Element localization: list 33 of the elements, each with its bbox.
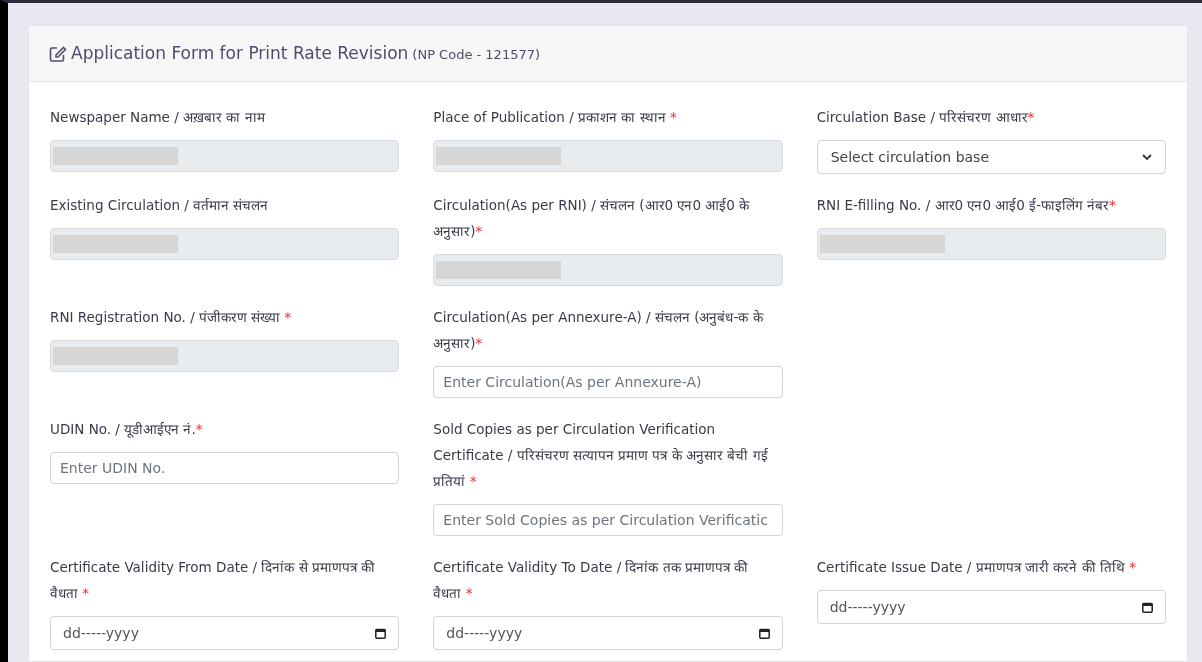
input-field[interactable]: Enter Sold Copies as per Circulation Verificatic bbox=[433, 504, 783, 536]
input-field[interactable]: Enter UDIN No. bbox=[50, 452, 400, 484]
calendar-icon bbox=[758, 627, 770, 639]
calendar-icon bbox=[375, 627, 387, 639]
field-label: Certificate Issue Date / प्रमाणपत्र जारी करने की तिथि * bbox=[816, 558, 1137, 577]
field-label: Sold Copies as per Circulation Verification Certificate / परिसंचरण सत्यापन प्रमाण पत्र के अनुसार बेची गई प्रतियां * bbox=[433, 420, 769, 491]
field-label: Circulation(As per Annexure-A) / संचलन (अनुबंध-क के अनुसार)* bbox=[433, 308, 765, 354]
input-field[interactable]: Enter Circulation(As per Annexure-A) bbox=[433, 366, 783, 398]
field-label: RNI E-filling No. / आर0 एन0 आई0 ई-फाइलिंग नंबर* bbox=[816, 196, 1118, 215]
calendar-icon bbox=[1142, 601, 1153, 613]
field-label: RNI Registration No. / पंजीकरण संख्या * bbox=[50, 308, 293, 327]
readonly-field[interactable] bbox=[433, 254, 783, 286]
readonly-field[interactable] bbox=[50, 140, 400, 172]
date-field[interactable]: dd-----yyyy bbox=[50, 616, 400, 650]
readonly-field[interactable] bbox=[50, 228, 400, 260]
field-label: Certificate Validity To Date / दिनांक तक प्रमाणपत्र की वैधता * bbox=[433, 558, 750, 603]
edit-icon bbox=[49, 45, 67, 62]
field-label: UDIN No. / यूडीआईएन नं.* bbox=[50, 420, 204, 440]
field-label: Newspaper Name / अख़बार का नाम bbox=[50, 108, 266, 127]
field-label: Circulation(As per RNI) / संचलन (आर0 एन0 आई0 के अनुसार)* bbox=[433, 196, 751, 242]
field-label: Place of Publication / प्रकाशन का स्थान * bbox=[433, 108, 678, 127]
field-label: Certificate Validity From Date / दिनांक से प्रमाणपत्र की वैधता * bbox=[50, 558, 377, 603]
date-field[interactable]: dd-----yyyy bbox=[816, 590, 1166, 624]
field-label: Existing Circulation / वर्तमान संचलन bbox=[50, 196, 270, 215]
date-field[interactable]: dd-----yyyy bbox=[433, 616, 783, 650]
select-dropdown[interactable]: Select circulation base bbox=[816, 140, 1166, 174]
field-label: Circulation Base / परिसंचरण आधार* bbox=[816, 108, 1036, 127]
readonly-field[interactable] bbox=[50, 340, 400, 372]
card-title: Application Form for Print Rate Revision bbox=[71, 41, 409, 65]
readonly-field[interactable] bbox=[816, 228, 1166, 260]
np-code: (NP Code - 121577) bbox=[412, 45, 541, 64]
chevron-down-icon bbox=[1142, 153, 1152, 161]
readonly-field[interactable] bbox=[433, 140, 783, 172]
